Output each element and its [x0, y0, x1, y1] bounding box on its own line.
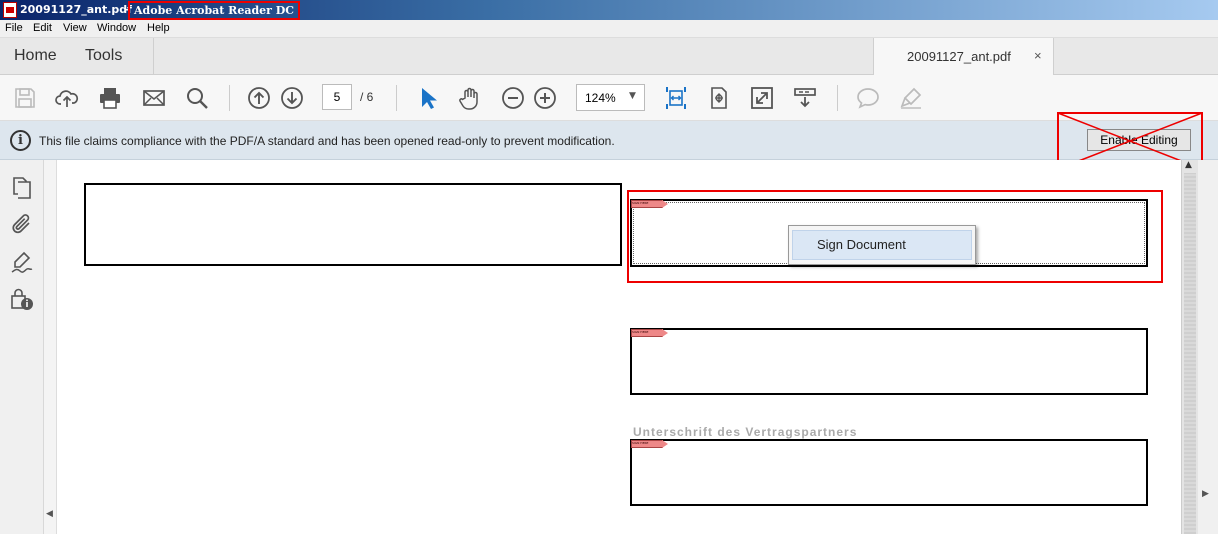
zoom-select[interactable]: 124% ▼: [576, 84, 645, 111]
signature-field[interactable]: [630, 439, 1148, 506]
pdf-app-icon: [3, 2, 17, 18]
toolbar-divider: [229, 85, 230, 111]
signature-field[interactable]: [630, 328, 1148, 395]
tab-tools[interactable]: Tools: [85, 47, 122, 65]
scrollbar-thumb[interactable]: [1184, 173, 1196, 534]
security-info-icon[interactable]: [10, 287, 34, 311]
menu-help[interactable]: Help: [147, 22, 170, 34]
scrolling-mode-icon[interactable]: [707, 86, 731, 110]
window-app-name: Adobe Acrobat Reader DC: [128, 1, 301, 20]
comment-icon[interactable]: [856, 86, 880, 110]
left-side-panel: [0, 160, 44, 534]
fit-width-icon[interactable]: [664, 86, 688, 110]
toolbar: 5 / 6 124% ▼: [0, 75, 1218, 121]
document-tab[interactable]: 20091127_ant.pdf ×: [873, 38, 1054, 76]
right-panel-strip: ▶: [1198, 160, 1218, 534]
highlight-icon[interactable]: [899, 86, 923, 110]
tab-home[interactable]: Home: [14, 47, 57, 65]
search-icon[interactable]: [185, 86, 209, 110]
scroll-left-arrow[interactable]: ◀: [46, 509, 53, 519]
tab-row: Home Tools 20091127_ant.pdf ×: [0, 38, 1218, 76]
chevron-down-icon: ▼: [629, 91, 636, 101]
menu-file[interactable]: File: [5, 22, 23, 34]
context-menu: Sign Document: [788, 225, 976, 265]
menu-edit[interactable]: Edit: [33, 22, 52, 34]
zoom-in-icon[interactable]: [533, 86, 557, 110]
save-icon[interactable]: [13, 86, 37, 110]
page-number-input[interactable]: 5: [322, 84, 352, 110]
title-bar: 20091127_ant.pdf - Adobe Acrobat Reader …: [0, 0, 1218, 20]
menu-window[interactable]: Window: [97, 22, 136, 34]
signature-tag: SIGN HERE: [631, 440, 668, 448]
tab-divider: [153, 38, 154, 75]
info-message: This file claims compliance with the PDF…: [39, 134, 615, 148]
attachments-icon[interactable]: [10, 212, 34, 236]
left-scroll-strip: ◀: [44, 160, 57, 534]
pages-icon[interactable]: [10, 176, 34, 200]
info-icon: i: [10, 130, 31, 151]
full-screen-icon[interactable]: [750, 86, 774, 110]
page-total: / 6: [360, 90, 374, 104]
menu-bar: File Edit View Window Help: [0, 20, 1218, 38]
signatures-icon[interactable]: [10, 250, 34, 274]
vertical-scrollbar[interactable]: ▲: [1181, 160, 1198, 534]
window-filename: 20091127_ant.pdf: [20, 3, 132, 16]
zoom-out-icon[interactable]: [501, 86, 525, 110]
toolbar-divider: [396, 85, 397, 111]
toolbar-divider: [837, 85, 838, 111]
sign-document-menu-item[interactable]: Sign Document: [792, 230, 972, 260]
cloud-upload-icon[interactable]: [55, 86, 79, 110]
readonly-info-bar: i This file claims compliance with the P…: [0, 112, 1218, 170]
scroll-up-arrow[interactable]: ▲: [1185, 160, 1192, 170]
hand-icon[interactable]: [458, 86, 482, 110]
select-cursor-icon[interactable]: [416, 86, 440, 110]
document-view[interactable]: SIGN HERE SIGN HERE Unterschrift des Ver…: [57, 160, 1181, 534]
document-tab-label: 20091127_ant.pdf: [907, 49, 1011, 64]
print-icon[interactable]: [98, 86, 122, 110]
signature-caption: Unterschrift des Vertragspartners: [633, 425, 858, 439]
email-icon[interactable]: [142, 86, 166, 110]
read-mode-icon[interactable]: [793, 86, 817, 110]
expand-right-panel-arrow[interactable]: ▶: [1202, 489, 1209, 499]
menu-view[interactable]: View: [63, 22, 87, 34]
signature-tag: SIGN HERE: [631, 329, 668, 337]
zoom-value: 124%: [585, 91, 616, 105]
page-down-icon[interactable]: [280, 86, 304, 110]
empty-field-box: [84, 183, 622, 266]
close-tab-icon[interactable]: ×: [1034, 48, 1042, 63]
page-up-icon[interactable]: [247, 86, 271, 110]
